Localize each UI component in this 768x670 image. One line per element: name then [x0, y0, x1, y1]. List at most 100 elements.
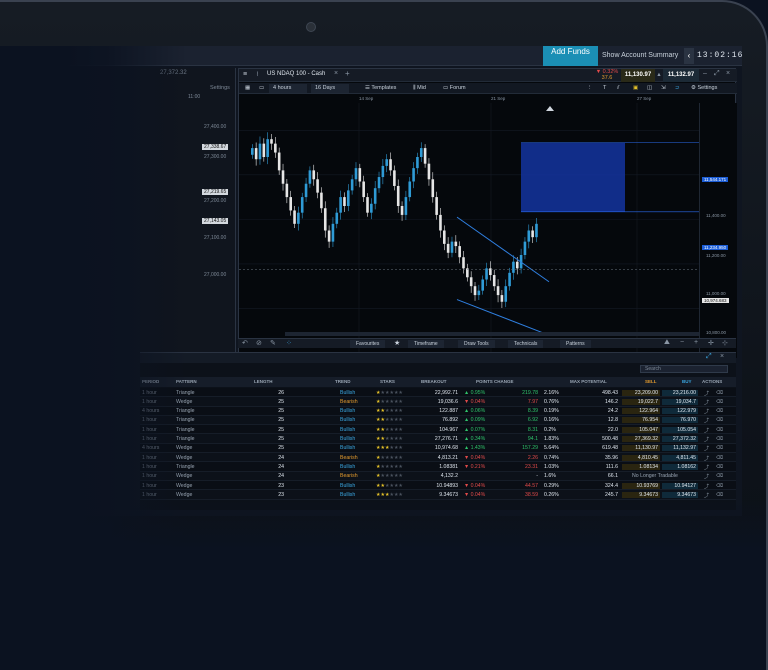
table-row[interactable]: 1 hour Wedge 25 Bearish ★★★★★★ 19,036.6 ▼ 0.04… — [140, 397, 736, 407]
table-row[interactable]: 1 hour Triangle 26 Bullish ★★★★★★ 22,992.71 ▲ … — [140, 388, 736, 398]
buy-button[interactable]: 122.979 — [662, 408, 698, 415]
buy-button[interactable]: 9.34673 — [662, 491, 698, 498]
close-icon[interactable]: × — [726, 70, 730, 77]
buy-button[interactable]: 105.054 — [662, 426, 698, 433]
tab-patterns[interactable]: Patterns — [560, 340, 591, 348]
buy-button[interactable]: 76.970 — [662, 417, 698, 424]
chart-action-icon[interactable]: ⤴ — [704, 455, 709, 462]
show-account-summary-link[interactable]: Show Account Summary — [602, 52, 678, 59]
buy-button[interactable]: 23,216.00 — [662, 389, 698, 396]
chart-action-icon[interactable]: ⤴ — [704, 417, 709, 424]
search-input[interactable]: Search — [640, 365, 728, 373]
price-chart[interactable] — [239, 103, 699, 358]
mid-button[interactable]: ⫼ Mid — [409, 84, 430, 93]
trash-icon[interactable]: ⌫ — [716, 427, 723, 433]
col-trend[interactable]: TREND — [335, 379, 351, 384]
table-row[interactable]: 1 hour Wedge 23 Bullish ★★★★★★ 10.94893 ▼ 0.04… — [140, 481, 736, 491]
col-stars[interactable]: STARS — [380, 379, 395, 384]
settings-button[interactable]: ⚙ Settings — [687, 84, 721, 93]
close-icon[interactable]: × — [720, 353, 724, 360]
col-breakout[interactable]: BREAKOUT — [421, 379, 447, 384]
tab-draw-tools[interactable]: Draw Tools — [458, 340, 495, 348]
chart-action-icon[interactable]: ⤴ — [704, 399, 709, 406]
chart-action-icon[interactable]: ⤴ — [704, 390, 709, 397]
grid-icon[interactable]: ▦ — [241, 84, 254, 93]
trash-icon[interactable]: ⌫ — [716, 445, 723, 451]
table-row[interactable]: 1 hour Wedge 24 Bearish ★★★★★★ 4,813.21 ▼ 0.04… — [140, 453, 736, 463]
tab-technicals[interactable]: Technicals — [508, 340, 544, 348]
trash-icon[interactable]: ⌫ — [716, 455, 723, 461]
ghost-settings[interactable]: Settings — [210, 85, 230, 91]
highlight-icon[interactable]: ▣ — [629, 84, 642, 93]
chart-action-icon[interactable]: ⤴ — [704, 427, 709, 434]
minimize-icon[interactable]: – — [703, 70, 707, 77]
trash-icon[interactable]: ⌫ — [716, 436, 723, 442]
col-points-change[interactable]: POINTS CHANGE — [476, 379, 514, 384]
menu-icon[interactable]: ≡ — [243, 71, 247, 78]
templates-button[interactable]: ☰ Templates — [361, 84, 400, 93]
tab-favourites[interactable]: Favourites — [350, 340, 386, 348]
trash-icon[interactable]: ⌫ — [716, 492, 723, 498]
table-row[interactable]: 1 hour Triangle 25 Bullish ★★★★★★ 76.892 ▲ 0.0… — [140, 416, 736, 426]
range-select[interactable]: 16 Days — [311, 84, 349, 93]
pen-icon[interactable]: ✎ — [270, 339, 276, 347]
text-tool-icon[interactable]: T — [599, 84, 610, 93]
table-row[interactable]: 4 hours Triangle 25 Bullish ★★★★★★ 122.887 ▲ 0… — [140, 406, 736, 416]
chevron-left-icon[interactable]: ‹ — [684, 48, 694, 64]
buy-button[interactable]: 1.08162 — [662, 463, 698, 470]
buy-button[interactable]: 27,372.32 — [662, 436, 698, 442]
add-funds-button[interactable]: Add Funds — [543, 46, 598, 66]
buy-button[interactable]: 10.94127 — [662, 482, 698, 489]
crosshair-icon[interactable]: ✛ — [708, 339, 714, 347]
table-row[interactable]: 1 hour Triangle 25 Bullish ★★★★★★ 104.967 ▲ 0.… — [140, 425, 736, 435]
tab-timeframe[interactable]: Timeframe — [408, 340, 444, 348]
trash-icon[interactable]: ⌫ — [716, 417, 723, 423]
trash-icon[interactable]: ⌫ — [716, 483, 723, 489]
col-buy[interactable]: BUY — [682, 379, 692, 384]
table-row[interactable]: 4 hours Wedge 25 Bullish ★★★★★★ 10,974.68 ▲ 1.… — [140, 443, 736, 454]
col-max-potential[interactable]: MAX POTENTIAL — [570, 379, 607, 384]
table-row[interactable]: 1 hour Triangle 25 Bullish ★★★★★★ 27,276.71 ▲ … — [140, 435, 736, 444]
sell-button[interactable]: 10.93769 — [622, 482, 660, 489]
sell-button[interactable]: 9.34673 — [622, 491, 660, 498]
chart-action-icon[interactable]: ⤴ — [704, 436, 709, 443]
chart-action-icon[interactable]: ⤴ — [704, 408, 709, 415]
sell-button[interactable]: 23,209.00 — [622, 389, 660, 396]
buy-price-button[interactable]: 11,132.97 — [663, 69, 699, 82]
sell-button[interactable]: 105.047 — [622, 426, 660, 433]
trash-icon[interactable]: ⌫ — [716, 473, 723, 479]
chart-action-icon[interactable]: ⤴ — [704, 483, 709, 490]
chart-action-icon[interactable]: ⤴ — [704, 492, 709, 499]
draw-icon[interactable]: ⁘ — [286, 339, 292, 347]
sell-button[interactable]: 122.964 — [622, 408, 660, 415]
add-tab-icon[interactable]: + — [345, 69, 350, 78]
trash-icon[interactable]: ⌫ — [716, 408, 723, 414]
chart-action-icon[interactable]: ⤴ — [704, 464, 709, 471]
fullscreen-icon[interactable]: ⇲ — [657, 84, 670, 93]
table-row[interactable]: 1 hour Wedge 23 Bullish ★★★★★★ 9.34673 ▼ 0.04%… — [140, 490, 736, 500]
sell-price-button[interactable]: 11,130.97 — [621, 69, 655, 82]
reset-icon[interactable]: ⊹ — [722, 339, 728, 347]
table-row[interactable]: 1 hour Triangle 24 Bullish ★★★★★★ 1.08381 ▼ 0.… — [140, 462, 736, 472]
layout-icon[interactable]: ▭ — [255, 84, 268, 93]
timeframe-select[interactable]: 4 hours — [269, 84, 307, 93]
sell-button[interactable]: 76.954 — [622, 417, 660, 424]
sell-button[interactable]: 11,130.97 — [622, 445, 660, 452]
chart-action-icon[interactable]: ⤴ — [704, 445, 709, 452]
trash-icon[interactable]: ⌫ — [716, 464, 723, 470]
chart-type-icon[interactable]: ◫ — [643, 84, 656, 93]
col-pattern[interactable]: PATTERN — [176, 379, 197, 384]
mountain-icon[interactable]: ⛰ — [664, 339, 670, 347]
star-icon[interactable]: ★ — [394, 339, 400, 347]
table-row[interactable]: 1 hour Wedge 24 Bearish ★★★★★★ 4,132.2 -1.6% 66… — [140, 472, 736, 481]
forum-button[interactable]: ▭ Forum — [439, 84, 470, 93]
expand-icon[interactable]: ⤢ — [714, 70, 720, 78]
chart-action-icon[interactable]: ⤴ — [704, 473, 709, 480]
col-sell[interactable]: SELL — [645, 379, 657, 384]
toolbar-icon-1[interactable]: ⫶ — [585, 84, 594, 93]
expand-icon[interactable]: ⤢ — [706, 353, 712, 361]
col-period[interactable]: PERIOD — [142, 379, 159, 384]
close-tab-icon[interactable]: × — [334, 70, 338, 77]
trash-icon[interactable]: ⌫ — [716, 390, 723, 396]
zoom-in-icon[interactable]: + — [694, 339, 698, 346]
